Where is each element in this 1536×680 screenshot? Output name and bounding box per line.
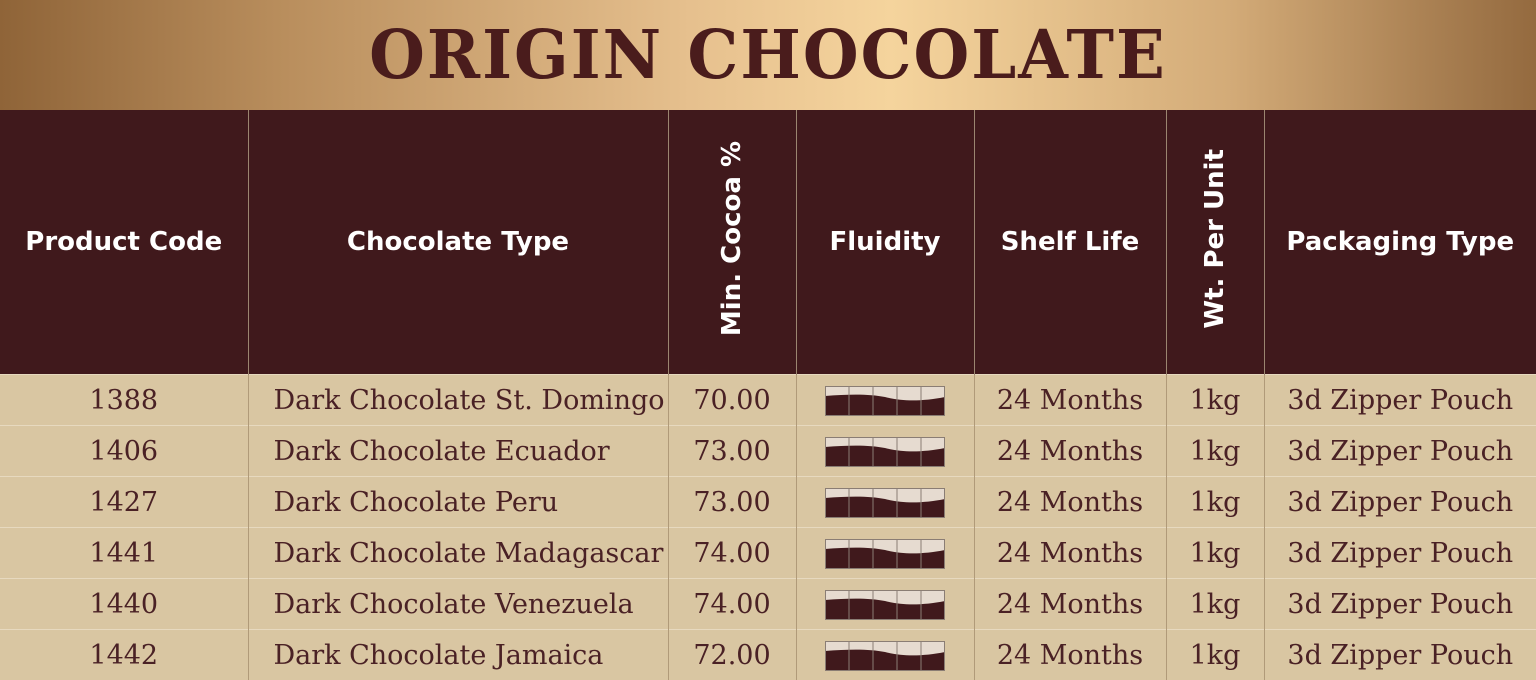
weight-cell: 1kg bbox=[1166, 579, 1264, 630]
table-header-row: Product Code Chocolate Type Min. Cocoa %… bbox=[0, 110, 1536, 375]
product-code-cell: 1442 bbox=[0, 630, 248, 680]
shelf-life-cell: 24 Months bbox=[974, 579, 1166, 630]
fluidity-gauge-icon bbox=[825, 488, 945, 518]
table-row: 1406Dark Chocolate Ecuador73.00 24 Month… bbox=[0, 426, 1536, 477]
min-cocoa-cell: 74.00 bbox=[668, 579, 796, 630]
fluidity-cell bbox=[796, 630, 974, 680]
page-title: ORIGIN CHOCOLATE bbox=[369, 16, 1167, 95]
fluidity-cell bbox=[796, 477, 974, 528]
min-cocoa-cell: 73.00 bbox=[668, 426, 796, 477]
product-table: Product Code Chocolate Type Min. Cocoa %… bbox=[0, 110, 1536, 680]
shelf-life-cell: 24 Months bbox=[974, 426, 1166, 477]
packaging-type-cell: 3d Zipper Pouch bbox=[1264, 630, 1536, 680]
min-cocoa-cell: 73.00 bbox=[668, 477, 796, 528]
packaging-type-cell: 3d Zipper Pouch bbox=[1264, 426, 1536, 477]
table-row: 1442Dark Chocolate Jamaica72.00 24 Month… bbox=[0, 630, 1536, 680]
header-min-cocoa: Min. Cocoa % bbox=[668, 110, 796, 375]
chocolate-type-cell: Dark Chocolate St. Domingo bbox=[248, 375, 668, 426]
fluidity-gauge-icon bbox=[825, 590, 945, 620]
product-code-cell: 1427 bbox=[0, 477, 248, 528]
min-cocoa-cell: 74.00 bbox=[668, 528, 796, 579]
product-code-cell: 1406 bbox=[0, 426, 248, 477]
header-packaging-type: Packaging Type bbox=[1264, 110, 1536, 375]
chocolate-type-cell: Dark Chocolate Jamaica bbox=[248, 630, 668, 680]
fluidity-cell bbox=[796, 426, 974, 477]
shelf-life-cell: 24 Months bbox=[974, 375, 1166, 426]
packaging-type-cell: 3d Zipper Pouch bbox=[1264, 579, 1536, 630]
table-row: 1388Dark Chocolate St. Domingo70.00 24 M… bbox=[0, 375, 1536, 426]
shelf-life-cell: 24 Months bbox=[974, 630, 1166, 680]
fluidity-cell bbox=[796, 375, 974, 426]
packaging-type-cell: 3d Zipper Pouch bbox=[1264, 375, 1536, 426]
packaging-type-cell: 3d Zipper Pouch bbox=[1264, 477, 1536, 528]
table-row: 1441Dark Chocolate Madagascar74.00 24 Mo… bbox=[0, 528, 1536, 579]
table-row: 1440Dark Chocolate Venezuela74.00 24 Mon… bbox=[0, 579, 1536, 630]
weight-cell: 1kg bbox=[1166, 630, 1264, 680]
fluidity-cell bbox=[796, 579, 974, 630]
chocolate-type-cell: Dark Chocolate Venezuela bbox=[248, 579, 668, 630]
weight-cell: 1kg bbox=[1166, 477, 1264, 528]
product-code-cell: 1388 bbox=[0, 375, 248, 426]
header-fluidity: Fluidity bbox=[796, 110, 974, 375]
shelf-life-cell: 24 Months bbox=[974, 477, 1166, 528]
chocolate-type-cell: Dark Chocolate Peru bbox=[248, 477, 668, 528]
header-shelf-life: Shelf Life bbox=[974, 110, 1166, 375]
packaging-type-cell: 3d Zipper Pouch bbox=[1264, 528, 1536, 579]
weight-cell: 1kg bbox=[1166, 528, 1264, 579]
chocolate-type-cell: Dark Chocolate Madagascar bbox=[248, 528, 668, 579]
product-code-cell: 1441 bbox=[0, 528, 248, 579]
product-code-cell: 1440 bbox=[0, 579, 248, 630]
header-weight-per-unit: Wt. Per Unit bbox=[1166, 110, 1264, 375]
header-chocolate-type: Chocolate Type bbox=[248, 110, 668, 375]
fluidity-cell bbox=[796, 528, 974, 579]
min-cocoa-cell: 72.00 bbox=[668, 630, 796, 680]
fluidity-gauge-icon bbox=[825, 539, 945, 569]
min-cocoa-cell: 70.00 bbox=[668, 375, 796, 426]
header-product-code: Product Code bbox=[0, 110, 248, 375]
weight-cell: 1kg bbox=[1166, 426, 1264, 477]
fluidity-gauge-icon bbox=[825, 641, 945, 671]
chocolate-type-cell: Dark Chocolate Ecuador bbox=[248, 426, 668, 477]
table-row: 1427Dark Chocolate Peru73.00 24 Months1k… bbox=[0, 477, 1536, 528]
fluidity-gauge-icon bbox=[825, 386, 945, 416]
weight-cell: 1kg bbox=[1166, 375, 1264, 426]
fluidity-gauge-icon bbox=[825, 437, 945, 467]
shelf-life-cell: 24 Months bbox=[974, 528, 1166, 579]
title-banner: ORIGIN CHOCOLATE bbox=[0, 0, 1536, 110]
